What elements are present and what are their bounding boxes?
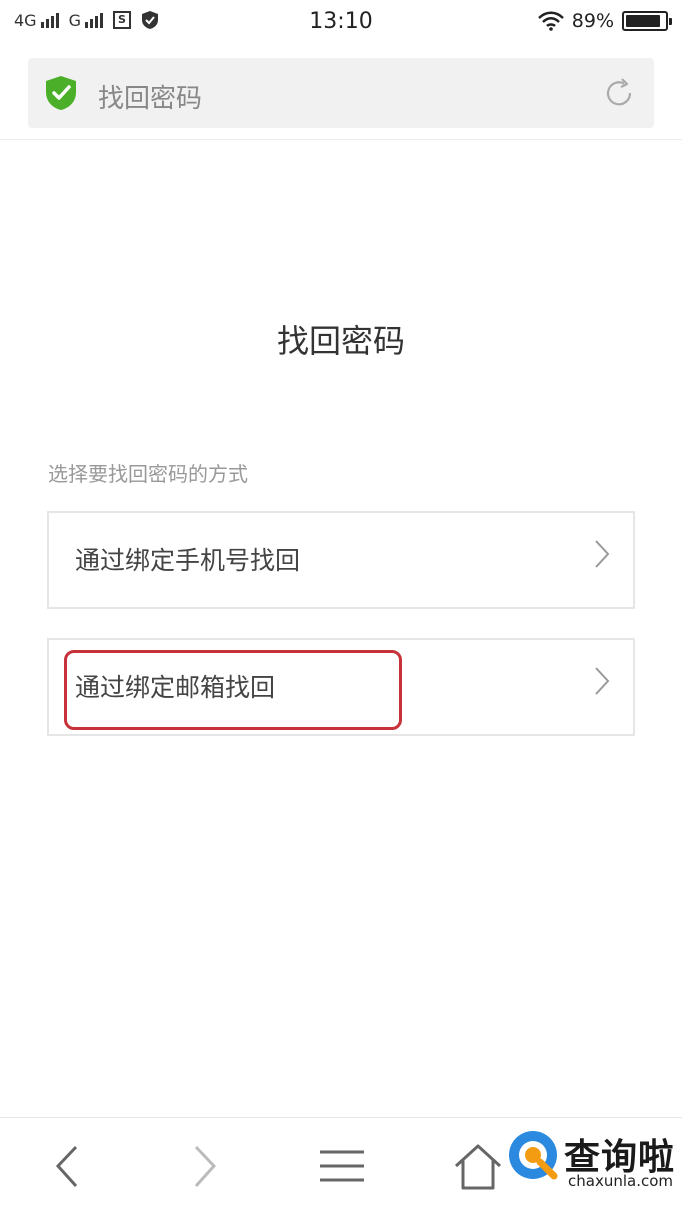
address-title: 找回密码 <box>98 84 203 114</box>
watermark-domain: chaxunla.com <box>568 1172 673 1190</box>
option-label: 通过绑定手机号找回 <box>75 546 301 575</box>
status-right: 89% <box>537 10 672 32</box>
wifi-icon <box>537 11 564 31</box>
forward-icon[interactable] <box>176 1142 236 1192</box>
shield-check-icon <box>46 76 76 110</box>
home-icon[interactable] <box>448 1142 508 1192</box>
watermark-logo-icon <box>509 1131 558 1180</box>
watermark: 查询啦 chaxunla.com <box>506 1126 682 1196</box>
battery-icon <box>622 11 672 31</box>
header-divider <box>0 139 682 140</box>
battery-fill <box>626 15 660 27</box>
address-bar[interactable]: 找回密码 <box>28 58 654 128</box>
status-bar: 4G G S 13:10 89% <box>0 0 682 48</box>
section-label: 选择要找回密码的方式 <box>48 462 248 486</box>
chevron-right-icon <box>595 667 610 695</box>
refresh-icon[interactable] <box>602 76 636 110</box>
option-phone-recovery[interactable]: 通过绑定手机号找回 <box>47 511 635 609</box>
page-title: 找回密码 <box>276 322 405 360</box>
battery-percent: 89% <box>571 10 614 32</box>
chevron-right-icon <box>595 540 610 568</box>
menu-icon[interactable] <box>312 1142 372 1192</box>
highlight-annotation <box>64 650 402 730</box>
back-icon[interactable] <box>38 1142 98 1192</box>
